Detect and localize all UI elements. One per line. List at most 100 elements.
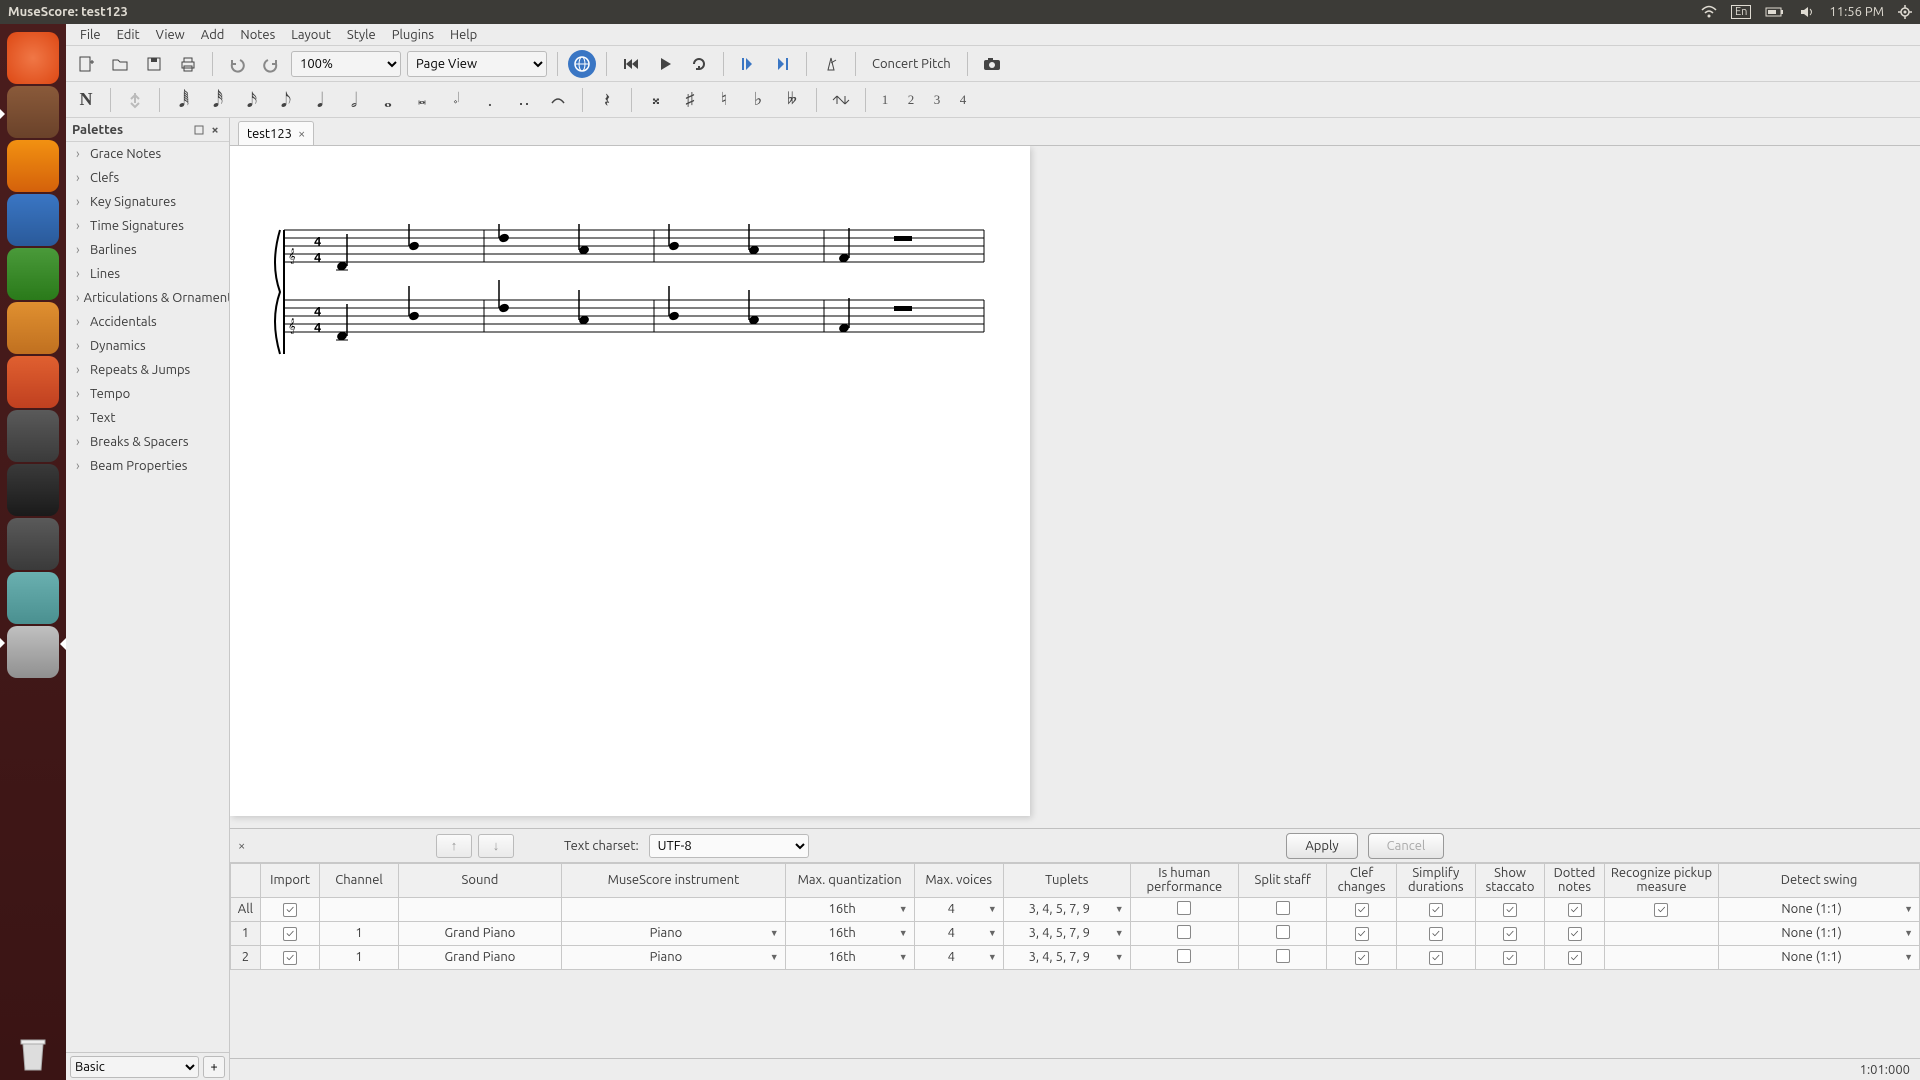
checkbox[interactable] [1568,927,1582,941]
checkbox[interactable] [1429,927,1443,941]
checkbox[interactable] [1568,951,1582,965]
col-header[interactable]: Dottednotes [1545,864,1605,898]
launcher-disk[interactable] [7,626,59,678]
double-dot-button[interactable]: ‥ [510,86,538,114]
metronome-button[interactable] [817,50,845,78]
menu-help[interactable]: Help [442,28,485,42]
menu-style[interactable]: Style [339,28,384,42]
repitch-button[interactable] [121,86,149,114]
palette-add-button[interactable]: + [203,1056,225,1078]
dropdown-cell[interactable]: 4▼ [921,950,997,964]
palette-item[interactable]: ›Articulations & Ornaments [66,286,229,310]
track-up-button[interactable]: ↑ [436,834,472,858]
midi-panel-close-button[interactable]: × [238,839,256,853]
launcher-ubuntu-dash[interactable] [7,32,59,84]
loop-out-button[interactable] [768,50,796,78]
col-header[interactable]: Channel [320,864,399,898]
launcher-settings[interactable] [7,410,59,462]
wifi-icon[interactable] [1701,5,1717,19]
double-flat-button[interactable]: 𝄫 [778,86,806,114]
dropdown-cell[interactable]: None (1:1)▼ [1725,926,1913,940]
battery-icon[interactable] [1765,6,1785,18]
menu-add[interactable]: Add [193,28,233,42]
score-canvas[interactable]: 𝄞 44 [230,146,1920,828]
col-header[interactable]: Max. quantization [785,864,914,898]
zoom-select[interactable]: 100% [291,51,401,77]
col-header[interactable]: Recognize pickupmeasure [1604,864,1718,898]
checkbox[interactable] [1276,901,1290,915]
palette-item[interactable]: ›Key Signatures [66,190,229,214]
palette-item[interactable]: ›Barlines [66,238,229,262]
launcher-firefox[interactable] [7,140,59,192]
loop-button[interactable] [685,50,713,78]
loop-in-button[interactable] [734,50,762,78]
col-header[interactable]: Detect swing [1719,864,1920,898]
palette-item[interactable]: ›Lines [66,262,229,286]
save-button[interactable] [140,50,168,78]
apply-button[interactable]: Apply [1286,833,1357,859]
col-header[interactable]: Tuplets [1003,864,1130,898]
dropdown-cell[interactable]: Piano▼ [568,950,778,964]
menu-view[interactable]: View [148,28,193,42]
checkbox[interactable] [1276,949,1290,963]
checkbox[interactable] [283,903,297,917]
voice-2-button[interactable]: 2 [902,92,920,108]
dropdown-cell[interactable]: None (1:1)▼ [1725,950,1913,964]
palette-item[interactable]: ›Beam Properties [66,454,229,478]
launcher-software-center[interactable] [7,356,59,408]
track-down-button[interactable]: ↓ [478,834,514,858]
launcher-calc[interactable] [7,248,59,300]
col-header[interactable]: Clefchanges [1327,864,1396,898]
menu-plugins[interactable]: Plugins [384,28,442,42]
checkbox[interactable] [1568,903,1582,917]
launcher-musescore[interactable] [7,572,59,624]
checkbox[interactable] [1503,951,1517,965]
voice-3-button[interactable]: 3 [928,92,946,108]
palette-item[interactable]: ›Breaks & Spacers [66,430,229,454]
cancel-button[interactable]: Cancel [1368,833,1445,859]
menu-file[interactable]: File [72,28,109,42]
checkbox[interactable] [1429,903,1443,917]
menu-layout[interactable]: Layout [283,28,339,42]
redo-button[interactable] [257,50,285,78]
camera-button[interactable] [978,50,1006,78]
view-select[interactable]: Page View [407,51,547,77]
col-header[interactable]: Max. voices [914,864,1003,898]
half-note-button[interactable]: 𝅗𝅥 [340,86,368,114]
double-whole-note-button[interactable]: 𝅜 [408,86,436,114]
charset-select[interactable]: UTF-8 [649,834,809,858]
checkbox[interactable] [1355,927,1369,941]
note-input-button[interactable]: N [72,86,100,114]
palette-item[interactable]: ›Clefs [66,166,229,190]
64th-note-button[interactable]: 𝅘𝅥𝅱 [170,86,198,114]
palette-item[interactable]: ›Time Signatures [66,214,229,238]
palette-item[interactable]: ›Text [66,406,229,430]
16th-note-button[interactable]: 𝅘𝅥𝅯 [238,86,266,114]
col-header[interactable] [231,864,261,898]
dropdown-cell[interactable]: None (1:1)▼ [1725,902,1913,916]
voice-4-button[interactable]: 4 [954,92,972,108]
volume-icon[interactable] [1799,5,1815,19]
menu-edit[interactable]: Edit [109,28,148,42]
palette-undock-button[interactable] [191,122,207,138]
col-header[interactable]: Sound [398,864,561,898]
print-button[interactable] [174,50,202,78]
palette-item[interactable]: ›Grace Notes [66,142,229,166]
checkbox[interactable] [283,951,297,965]
natural-button[interactable]: ♮ [710,86,738,114]
flat-button[interactable]: ♭ [744,86,772,114]
tie-button[interactable] [544,86,572,114]
checkbox[interactable] [1177,925,1191,939]
launcher-impress[interactable] [7,302,59,354]
palette-item[interactable]: ›Repeats & Jumps [66,358,229,382]
launcher-trash[interactable] [7,1028,59,1080]
new-button[interactable] [72,50,100,78]
play-button[interactable] [651,50,679,78]
launcher-files[interactable] [7,86,59,138]
tab-close-button[interactable]: × [298,127,305,141]
checkbox[interactable] [1355,951,1369,965]
dropdown-cell[interactable]: 3, 4, 5, 7, 9▼ [1010,950,1124,964]
launcher-sublime[interactable] [7,518,59,570]
col-header[interactable]: Is humanperformance [1130,864,1238,898]
dropdown-cell[interactable]: 4▼ [921,902,997,916]
